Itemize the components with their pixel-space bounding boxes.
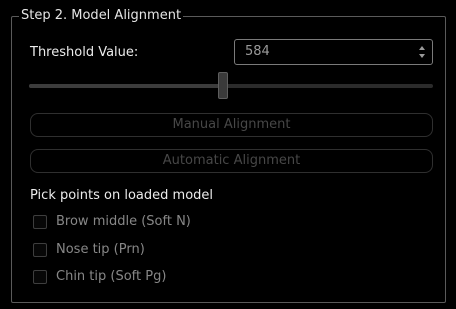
nose-tip-checkbox[interactable] (33, 243, 47, 257)
threshold-spinbox[interactable]: 584 (234, 39, 433, 65)
chin-tip-checkbox[interactable] (33, 270, 47, 284)
model-alignment-panel: Step 2. Model Alignment Threshold Value:… (0, 0, 456, 309)
pick-points-label: Pick points on loaded model (30, 188, 214, 203)
threshold-slider-track[interactable] (29, 84, 433, 88)
threshold-label: Threshold Value: (30, 45, 139, 60)
threshold-slider-fill (29, 84, 223, 88)
group-title: Step 2. Model Alignment (19, 6, 184, 26)
threshold-value[interactable]: 584 (245, 44, 270, 60)
chin-tip-label[interactable]: Chin tip (Soft Pg) (56, 268, 166, 286)
brow-middle-label[interactable]: Brow middle (Soft N) (56, 213, 191, 231)
spin-arrows-icon[interactable] (418, 44, 426, 60)
manual-alignment-button[interactable]: Manual Alignment (30, 113, 433, 137)
nose-tip-label[interactable]: Nose tip (Prn) (56, 241, 145, 259)
threshold-slider-handle[interactable] (218, 72, 228, 99)
brow-middle-checkbox[interactable] (33, 215, 47, 229)
automatic-alignment-button[interactable]: Automatic Alignment (30, 149, 433, 173)
